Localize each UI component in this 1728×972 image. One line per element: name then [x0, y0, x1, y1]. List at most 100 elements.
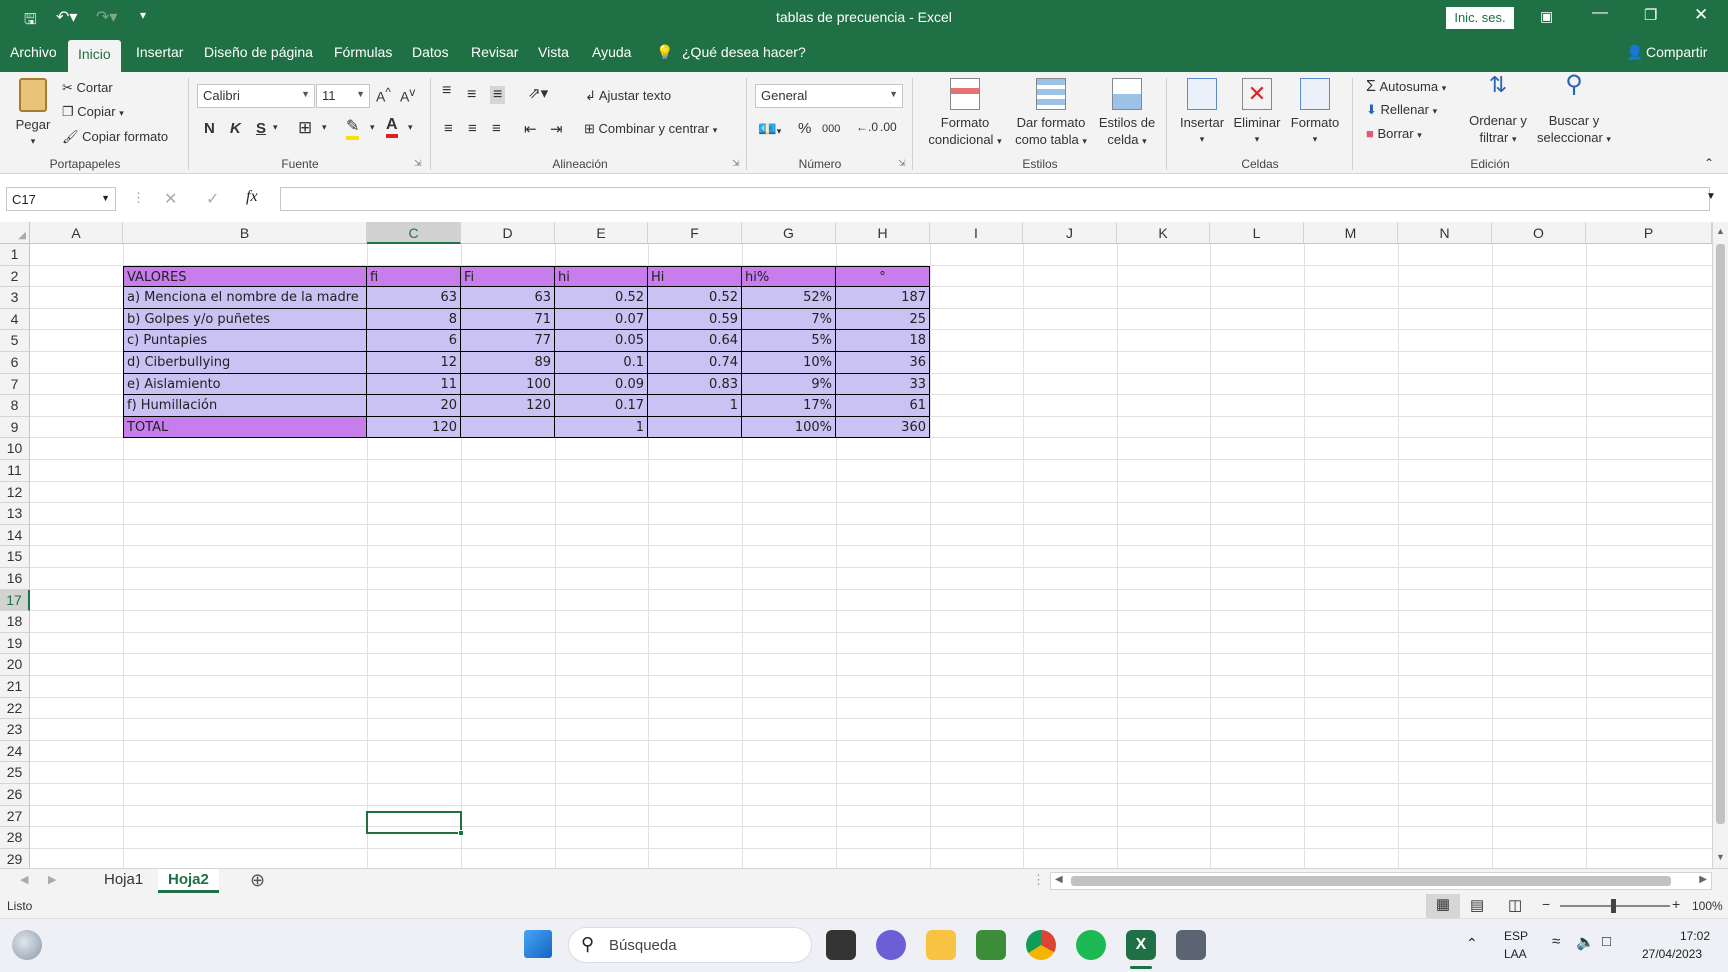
- cell-h7[interactable]: 33: [836, 373, 930, 396]
- cell-e6[interactable]: 0.1: [555, 352, 648, 374]
- row-header-7[interactable]: 7: [0, 373, 30, 396]
- cell-f6[interactable]: 0.74: [648, 352, 742, 374]
- row-header-27[interactable]: 27: [0, 805, 30, 828]
- number-launcher-icon[interactable]: ⇲: [898, 158, 906, 169]
- row-header-10[interactable]: 10: [0, 438, 30, 460]
- row-header-5[interactable]: 5: [0, 330, 30, 352]
- paste-button[interactable]: Pegar ▾: [12, 78, 54, 150]
- cell-g4[interactable]: 7%: [742, 308, 836, 331]
- row-header-24[interactable]: 24: [0, 740, 30, 763]
- row-header-2[interactable]: 2: [0, 265, 30, 288]
- zoom-level[interactable]: 100%: [1692, 899, 1723, 913]
- teams-chat-icon[interactable]: [876, 930, 906, 960]
- tab-datos[interactable]: Datos: [412, 44, 449, 60]
- sort-filter-button[interactable]: ⇅ Ordenar y filtrar ▾: [1462, 74, 1534, 148]
- cell-d2[interactable]: Fi: [461, 265, 555, 288]
- row-header-17[interactable]: 17: [0, 589, 30, 612]
- solitaire-icon[interactable]: [976, 930, 1006, 960]
- row-header-3[interactable]: 3: [0, 287, 30, 309]
- delete-cells-button[interactable]: ✕ Eliminar ▾: [1230, 78, 1284, 148]
- column-header-d[interactable]: D: [461, 222, 555, 244]
- align-center-icon[interactable]: ≡: [468, 120, 477, 137]
- row-header-13[interactable]: 13: [0, 503, 30, 525]
- cell-d3[interactable]: 63: [461, 287, 555, 309]
- column-header-j[interactable]: J: [1023, 222, 1117, 244]
- add-sheet-icon[interactable]: ⊕: [250, 870, 265, 891]
- vertical-scrollbar[interactable]: ▲ ▼: [1712, 222, 1728, 868]
- taskbar-search[interactable]: ⚲ Búsqueda: [568, 927, 812, 963]
- tab-vista[interactable]: Vista: [538, 44, 569, 60]
- tab-revisar[interactable]: Revisar: [471, 44, 518, 60]
- formula-input[interactable]: [280, 187, 1710, 211]
- cell-f4[interactable]: 0.59: [648, 308, 742, 331]
- language-laa[interactable]: LAA: [1504, 947, 1527, 961]
- format-cells-button[interactable]: Formato ▾: [1288, 78, 1342, 148]
- fill-color-icon[interactable]: ✎: [346, 116, 360, 140]
- row-header-26[interactable]: 26: [0, 784, 30, 806]
- cell-c4[interactable]: 8: [367, 308, 461, 331]
- cell-b2[interactable]: VALORES: [123, 265, 367, 288]
- page-break-icon[interactable]: ◫: [1508, 896, 1522, 914]
- insert-function-icon[interactable]: fx: [246, 188, 258, 206]
- align-top-icon[interactable]: ≡: [442, 82, 451, 100]
- weather-icon[interactable]: [12, 930, 42, 960]
- cell-g8[interactable]: 17%: [742, 395, 836, 417]
- cell-d4[interactable]: 71: [461, 308, 555, 331]
- cell-g2[interactable]: hi%: [742, 265, 836, 288]
- chrome-icon[interactable]: [1026, 930, 1056, 960]
- tab-split-icon[interactable]: ⋮: [1032, 872, 1045, 888]
- merge-center-button[interactable]: ⊞ Combinar y centrar ▾: [584, 121, 717, 137]
- tab-archivo[interactable]: Archivo: [10, 44, 57, 60]
- cell-e9[interactable]: 1: [555, 416, 648, 439]
- cell-d6[interactable]: 89: [461, 352, 555, 374]
- calculator-icon[interactable]: [1176, 930, 1206, 960]
- shrink-font-icon[interactable]: Av: [400, 86, 415, 105]
- row-header-22[interactable]: 22: [0, 697, 30, 720]
- worksheet-grid[interactable]: ◢ ABCDEFGHIJKLMNOP 1 2 3 4 5 6 7 8 9 10 11 12 13 14 15…: [0, 222, 1728, 868]
- cell-b9[interactable]: TOTAL: [123, 416, 367, 439]
- conditional-format-button[interactable]: Formato condicional ▾: [922, 78, 1008, 150]
- wifi-icon[interactable]: ≈: [1552, 933, 1560, 950]
- language-esp[interactable]: ESP: [1504, 929, 1528, 943]
- show-hidden-icons[interactable]: ⌃: [1466, 935, 1478, 952]
- underline-button[interactable]: S: [256, 120, 266, 137]
- increase-decimal-icon[interactable]: ←.0: [856, 120, 878, 134]
- percent-icon[interactable]: %: [798, 120, 811, 137]
- close-icon[interactable]: ✕: [1694, 5, 1708, 25]
- tab-diseno[interactable]: Diseño de página: [204, 44, 313, 60]
- cell-d5[interactable]: 77: [461, 330, 555, 352]
- cell-b6[interactable]: d) Ciberbullying: [123, 352, 367, 374]
- font-size-select[interactable]: 11 ▼: [316, 84, 370, 108]
- cell-g9[interactable]: 100%: [742, 416, 836, 439]
- cell-h2[interactable]: °: [836, 265, 930, 288]
- insert-cells-button[interactable]: Insertar ▾: [1176, 78, 1228, 148]
- tab-insertar[interactable]: Insertar: [136, 44, 183, 60]
- cell-e5[interactable]: 0.05: [555, 330, 648, 352]
- row-header-21[interactable]: 21: [0, 676, 30, 698]
- select-all-corner[interactable]: ◢: [0, 222, 30, 244]
- page-layout-icon[interactable]: ▤: [1470, 896, 1484, 914]
- decrease-decimal-icon[interactable]: .00: [880, 120, 897, 134]
- restore-icon[interactable]: ❐: [1644, 6, 1657, 24]
- column-header-k[interactable]: K: [1117, 222, 1210, 244]
- align-right-icon[interactable]: ≡: [492, 120, 501, 137]
- cell-f5[interactable]: 0.64: [648, 330, 742, 352]
- tell-me-input[interactable]: ¿Qué desea hacer?: [682, 44, 806, 60]
- grow-font-icon[interactable]: A^: [376, 86, 391, 105]
- align-middle-icon[interactable]: ≡: [467, 86, 476, 104]
- column-header-c[interactable]: C: [367, 222, 461, 244]
- row-header-19[interactable]: 19: [0, 632, 30, 655]
- clock-date[interactable]: 27/04/2023: [1642, 947, 1702, 961]
- name-box[interactable]: C17 ▼: [6, 187, 116, 211]
- cell-h3[interactable]: 187: [836, 287, 930, 309]
- increase-indent-icon[interactable]: ⇥: [550, 120, 563, 138]
- column-header-e[interactable]: E: [555, 222, 648, 244]
- cell-f2[interactable]: Hi: [648, 265, 742, 288]
- cell-c6[interactable]: 12: [367, 352, 461, 374]
- save-icon[interactable]: 🖫: [24, 9, 37, 34]
- cell-h5[interactable]: 18: [836, 330, 930, 352]
- copy-button[interactable]: ❐ Copiar ▾: [62, 104, 124, 120]
- column-header-n[interactable]: N: [1398, 222, 1492, 244]
- cell-g6[interactable]: 10%: [742, 352, 836, 374]
- row-header-18[interactable]: 18: [0, 611, 30, 633]
